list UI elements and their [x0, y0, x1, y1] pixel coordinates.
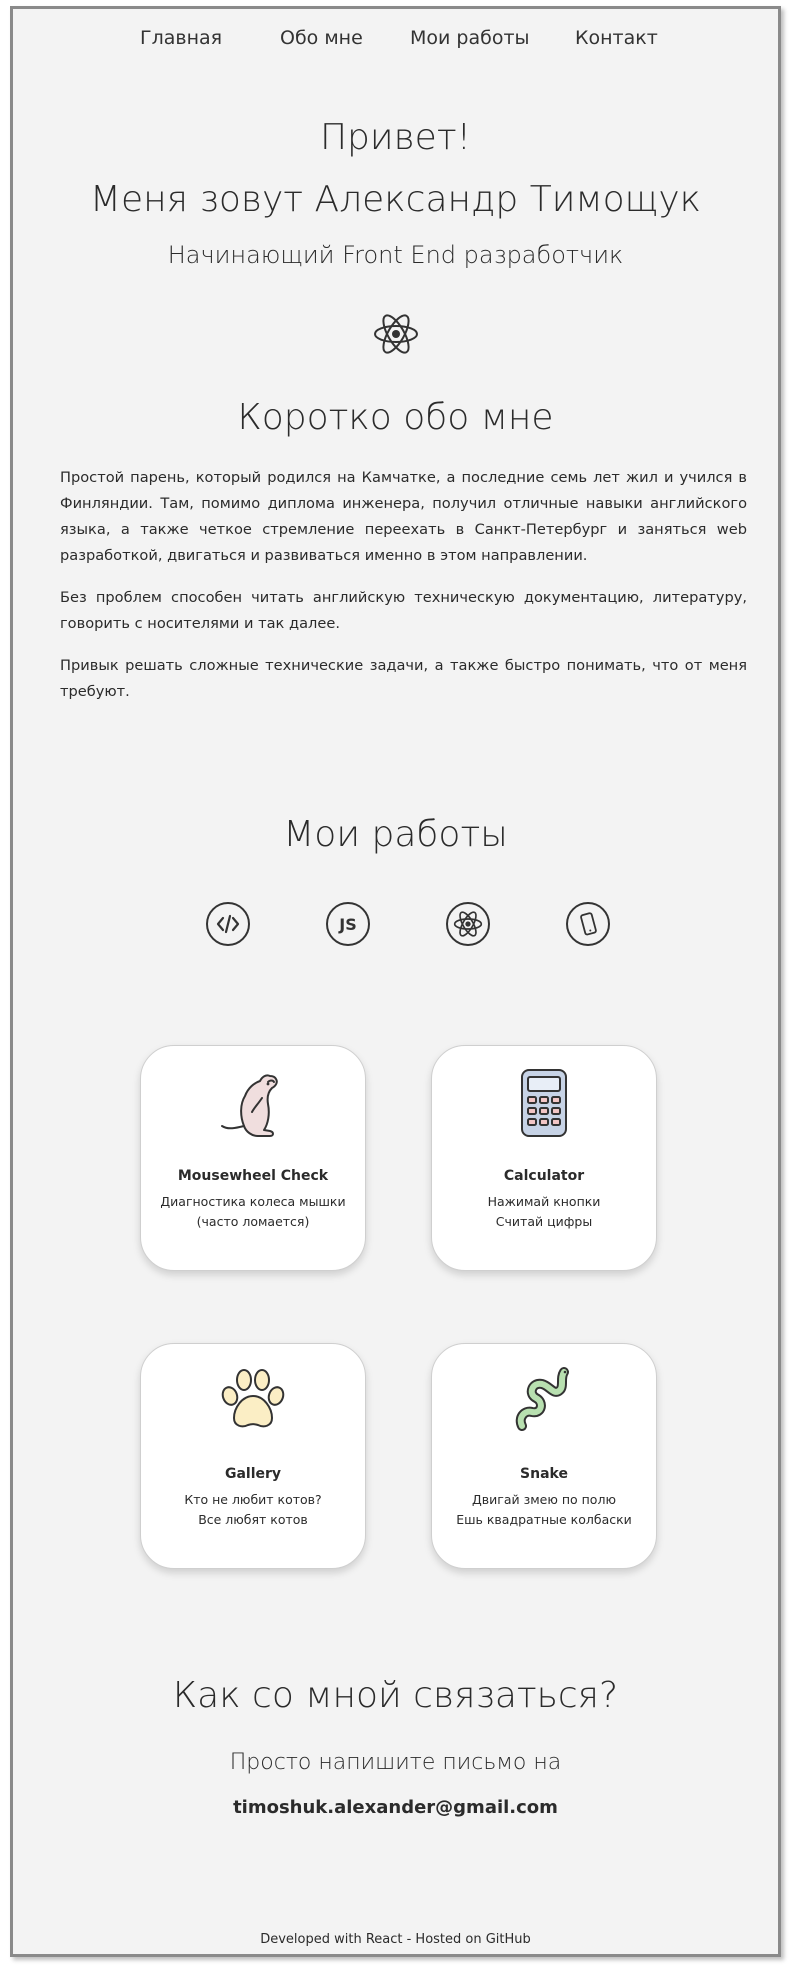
- contact-email-link[interactable]: timoshuk.alexander@gmail.com: [13, 1797, 778, 1818]
- nav-link-home[interactable]: Главная: [140, 27, 222, 49]
- project-description-line: Считай цифры: [495, 1214, 593, 1229]
- about-text: Простой парень, который родился на Камча…: [60, 465, 747, 721]
- project-description-line: Двигай змею по полю: [472, 1492, 616, 1507]
- svg-text:JS: JS: [338, 915, 356, 934]
- hero-name: Меня зовут Александр Тимощук: [89, 179, 702, 220]
- about-paragraph: Привык решать сложные технические задачи…: [60, 657, 747, 700]
- project-card-gallery[interactable]: Gallery Кто не любит котов? Все любят ко…: [140, 1343, 366, 1569]
- hero-subtitle: Начинающий Front End разработчик: [167, 241, 624, 269]
- nav-link-works[interactable]: Мои работы: [410, 27, 530, 49]
- contact-text: Просто напишите письмо на: [229, 1750, 562, 1775]
- project-description-line: Нажимай кнопки: [487, 1194, 601, 1209]
- calculator-icon: [432, 1068, 656, 1142]
- project-title: Gallery: [224, 1466, 282, 1482]
- project-title: Calculator: [503, 1168, 585, 1184]
- project-description: Кто не любит котов? Все любят котов: [141, 1490, 365, 1530]
- html-code-icon: [206, 902, 250, 946]
- project-description-line: Диагностика колеса мышки: [160, 1194, 346, 1209]
- mouse-icon: [141, 1068, 365, 1142]
- project-description-line: Кто не любит котов?: [184, 1492, 322, 1507]
- project-description-line: Все любят котов: [198, 1512, 308, 1527]
- react-atom-icon: [13, 310, 778, 358]
- project-description: Двигай змею по полю Ешь квадратные колба…: [432, 1490, 656, 1530]
- about-section-title: Коротко обо мне: [237, 397, 554, 438]
- contact-section-title: Как со мной связаться?: [172, 1675, 619, 1716]
- about-paragraph: Без проблем способен читать английскую т…: [60, 589, 747, 632]
- hero-greeting: Привет!: [319, 117, 472, 158]
- react-atom-icon: [446, 902, 490, 946]
- project-title: Snake: [520, 1466, 568, 1482]
- top-navigation: Главная Обо мне Мои работы Контакт: [13, 27, 778, 57]
- project-card-calculator[interactable]: Calculator Нажимай кнопки Считай цифры: [431, 1045, 657, 1271]
- footer-text: Developed with React - Hosted on GitHub: [260, 1932, 531, 1947]
- project-description: Нажимай кнопки Считай цифры: [432, 1192, 656, 1232]
- works-section-title: Мои работы: [283, 814, 508, 855]
- snake-icon: [432, 1366, 656, 1440]
- project-description: Диагностика колеса мышки (часто ломается…: [141, 1192, 365, 1232]
- paw-icon: [141, 1366, 365, 1440]
- page-frame: Главная Обо мне Мои работы Контакт Приве…: [10, 6, 781, 1957]
- project-title: Mousewheel Check: [177, 1168, 329, 1184]
- nav-link-about[interactable]: Обо мне: [280, 27, 363, 49]
- js-icon: JS: [326, 902, 370, 946]
- mobile-phone-icon: [566, 902, 610, 946]
- project-card-mousewheel[interactable]: Mousewheel Check Диагностика колеса мышк…: [140, 1045, 366, 1271]
- project-description-line: Ешь квадратные колбаски: [456, 1512, 632, 1527]
- project-card-snake[interactable]: Snake Двигай змею по полю Ешь квадратные…: [431, 1343, 657, 1569]
- nav-link-contact[interactable]: Контакт: [575, 27, 658, 49]
- project-description-line: (часто ломается): [196, 1214, 310, 1229]
- about-paragraph: Простой парень, который родился на Камча…: [60, 469, 747, 564]
